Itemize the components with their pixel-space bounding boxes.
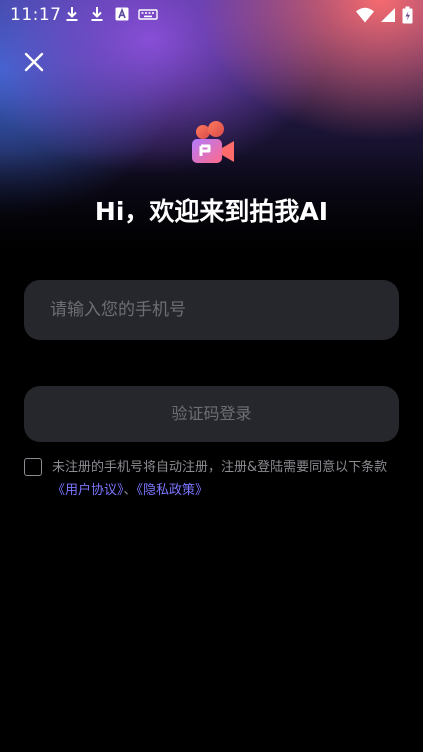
- agreement-separator: 、: [123, 483, 137, 498]
- signal-icon: [381, 8, 395, 22]
- phone-field[interactable]: [24, 280, 399, 340]
- download-icon: [91, 7, 103, 21]
- agreement-checkbox[interactable]: [24, 458, 42, 476]
- wifi-icon: [356, 7, 374, 23]
- keyboard-icon: [138, 9, 158, 20]
- video-camera-logo-icon: [192, 121, 234, 163]
- status-right-icons: [356, 5, 413, 25]
- agreement-text: 未注册的手机号将自动注册，注册&登陆需要同意以下条款《用户协议》、《隐私政策》: [52, 456, 402, 502]
- sms-login-button[interactable]: 验证码登录: [24, 386, 399, 442]
- close-button[interactable]: [18, 46, 50, 78]
- phone-input[interactable]: [48, 299, 375, 321]
- close-icon: [24, 52, 44, 72]
- user-agreement-link[interactable]: 《用户协议》: [52, 483, 124, 498]
- battery-icon: [402, 6, 413, 24]
- status-bar: 11:17: [0, 0, 423, 30]
- status-time: 11:17: [10, 5, 62, 25]
- download-icon: [66, 7, 78, 21]
- agreement-text-body: 未注册的手机号将自动注册，注册&登陆需要同意以下条款: [52, 460, 388, 475]
- a-icon: [115, 7, 129, 21]
- login-screen: 11:17 Hi，欢迎来到拍我AI 请输入您的手机号 验证码登录 未注册的手机号…: [0, 0, 423, 752]
- welcome-title: Hi，欢迎来到拍我AI: [94, 197, 329, 226]
- privacy-policy-link[interactable]: 《隐私政策》: [137, 483, 209, 498]
